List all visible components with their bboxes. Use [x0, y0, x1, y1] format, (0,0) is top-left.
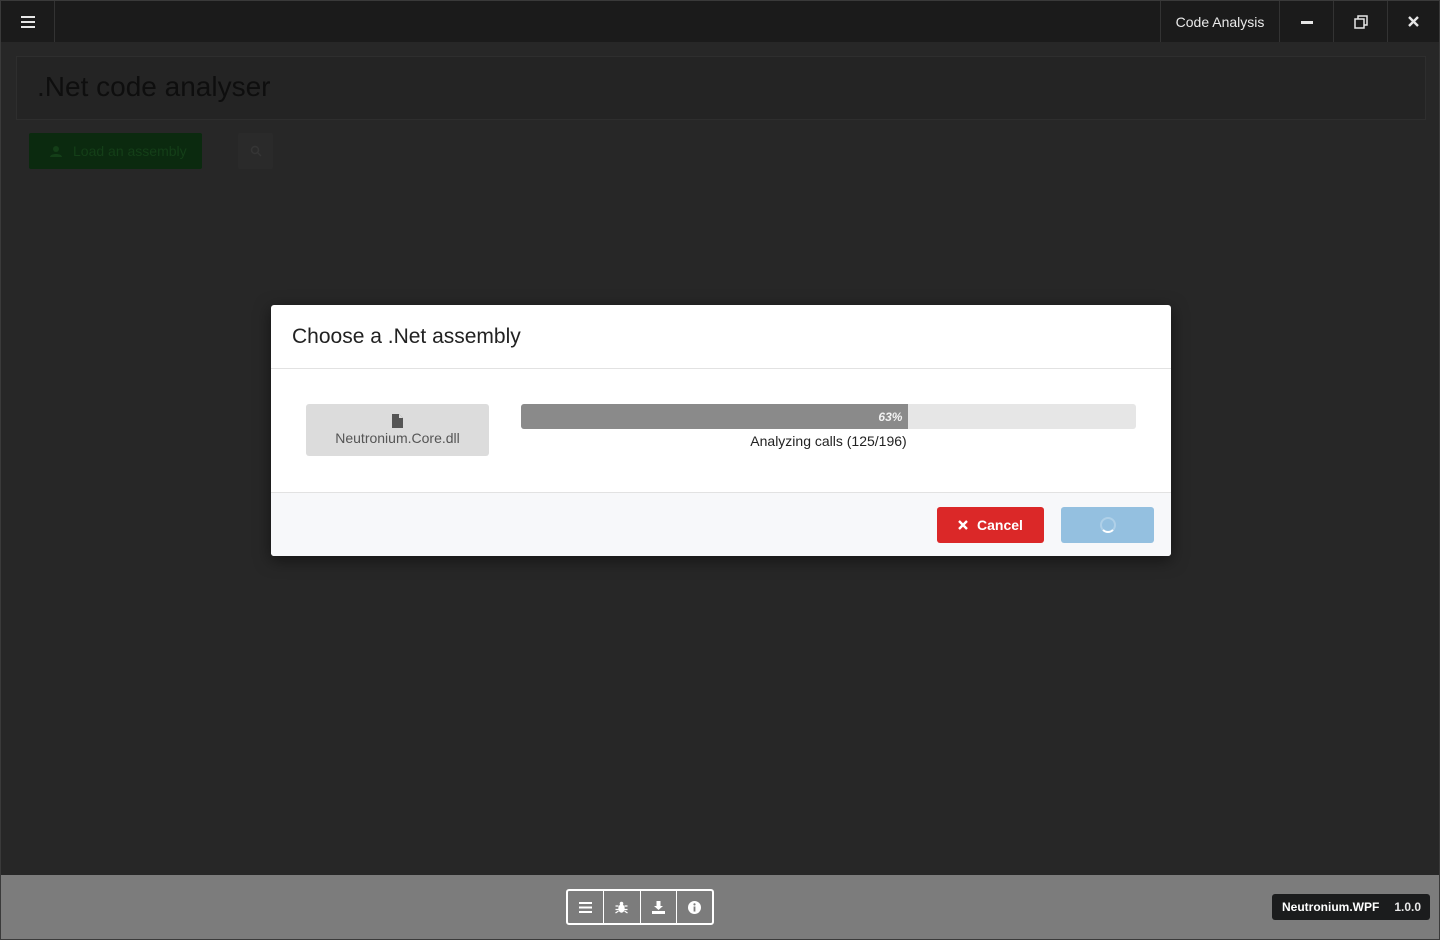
minimize-icon	[1300, 20, 1313, 24]
progress-percent: 63%	[878, 409, 903, 424]
file-icon	[392, 414, 403, 428]
version-number: 1.0.0	[1394, 900, 1422, 914]
download-icon	[651, 900, 665, 914]
load-assembly-button[interactable]: Load an assembly	[29, 133, 202, 169]
restore-icon	[1353, 14, 1368, 29]
save-button[interactable]	[641, 891, 677, 923]
restore-button[interactable]	[1333, 1, 1387, 42]
bug-icon	[615, 901, 629, 913]
hamburger-icon	[20, 15, 35, 28]
progress-bar: 63%	[521, 404, 1136, 429]
header-panel: .Net code analyser	[16, 56, 1426, 120]
search-icon	[250, 145, 262, 157]
close-icon	[958, 520, 968, 530]
app-window: Code Analysis .Net code analyser Load an…	[0, 0, 1440, 940]
ok-button-loading[interactable]	[1061, 507, 1154, 543]
list-icon	[579, 901, 593, 913]
dialog-header: Choose a .Net assembly	[271, 305, 1171, 369]
close-icon	[1408, 16, 1419, 27]
dialog-body: Neutronium.Core.dll 63% Analyzing calls …	[271, 369, 1171, 492]
selected-file-button[interactable]: Neutronium.Core.dll	[306, 404, 489, 456]
cancel-button[interactable]: Cancel	[937, 507, 1044, 543]
loading-spinner-icon	[1099, 517, 1116, 533]
upload-user-icon	[50, 145, 62, 157]
progress-fill: 63%	[521, 404, 909, 429]
close-button[interactable]	[1387, 1, 1439, 42]
dialog-footer: Cancel	[271, 492, 1171, 556]
info-icon	[687, 900, 701, 914]
debug-button[interactable]	[604, 891, 641, 923]
search-button[interactable]	[238, 133, 273, 169]
title-bar-drag-area[interactable]	[55, 1, 1160, 42]
file-name: Neutronium.Core.dll	[335, 430, 460, 446]
dialog-title: Choose a .Net assembly	[292, 325, 521, 348]
status-bar: Neutronium.WPF 1.0.0	[1, 875, 1439, 939]
version-badge: Neutronium.WPF 1.0.0	[1272, 894, 1430, 920]
minimize-button[interactable]	[1279, 1, 1333, 42]
cancel-label: Cancel	[977, 517, 1023, 533]
menu-button[interactable]	[1, 1, 55, 42]
framework-name: Neutronium.WPF	[1282, 900, 1380, 914]
tool-button-group	[566, 889, 714, 925]
info-button[interactable]	[677, 891, 712, 923]
page-title: .Net code analyser	[37, 71, 271, 102]
load-assembly-label: Load an assembly	[73, 143, 187, 159]
list-button[interactable]	[568, 891, 605, 923]
title-bar: Code Analysis	[1, 1, 1439, 42]
progress-status: Analyzing calls (125/196)	[750, 433, 907, 449]
choose-assembly-dialog: Choose a .Net assembly Neutronium.Core.d…	[271, 305, 1171, 556]
window-title: Code Analysis	[1160, 1, 1279, 42]
